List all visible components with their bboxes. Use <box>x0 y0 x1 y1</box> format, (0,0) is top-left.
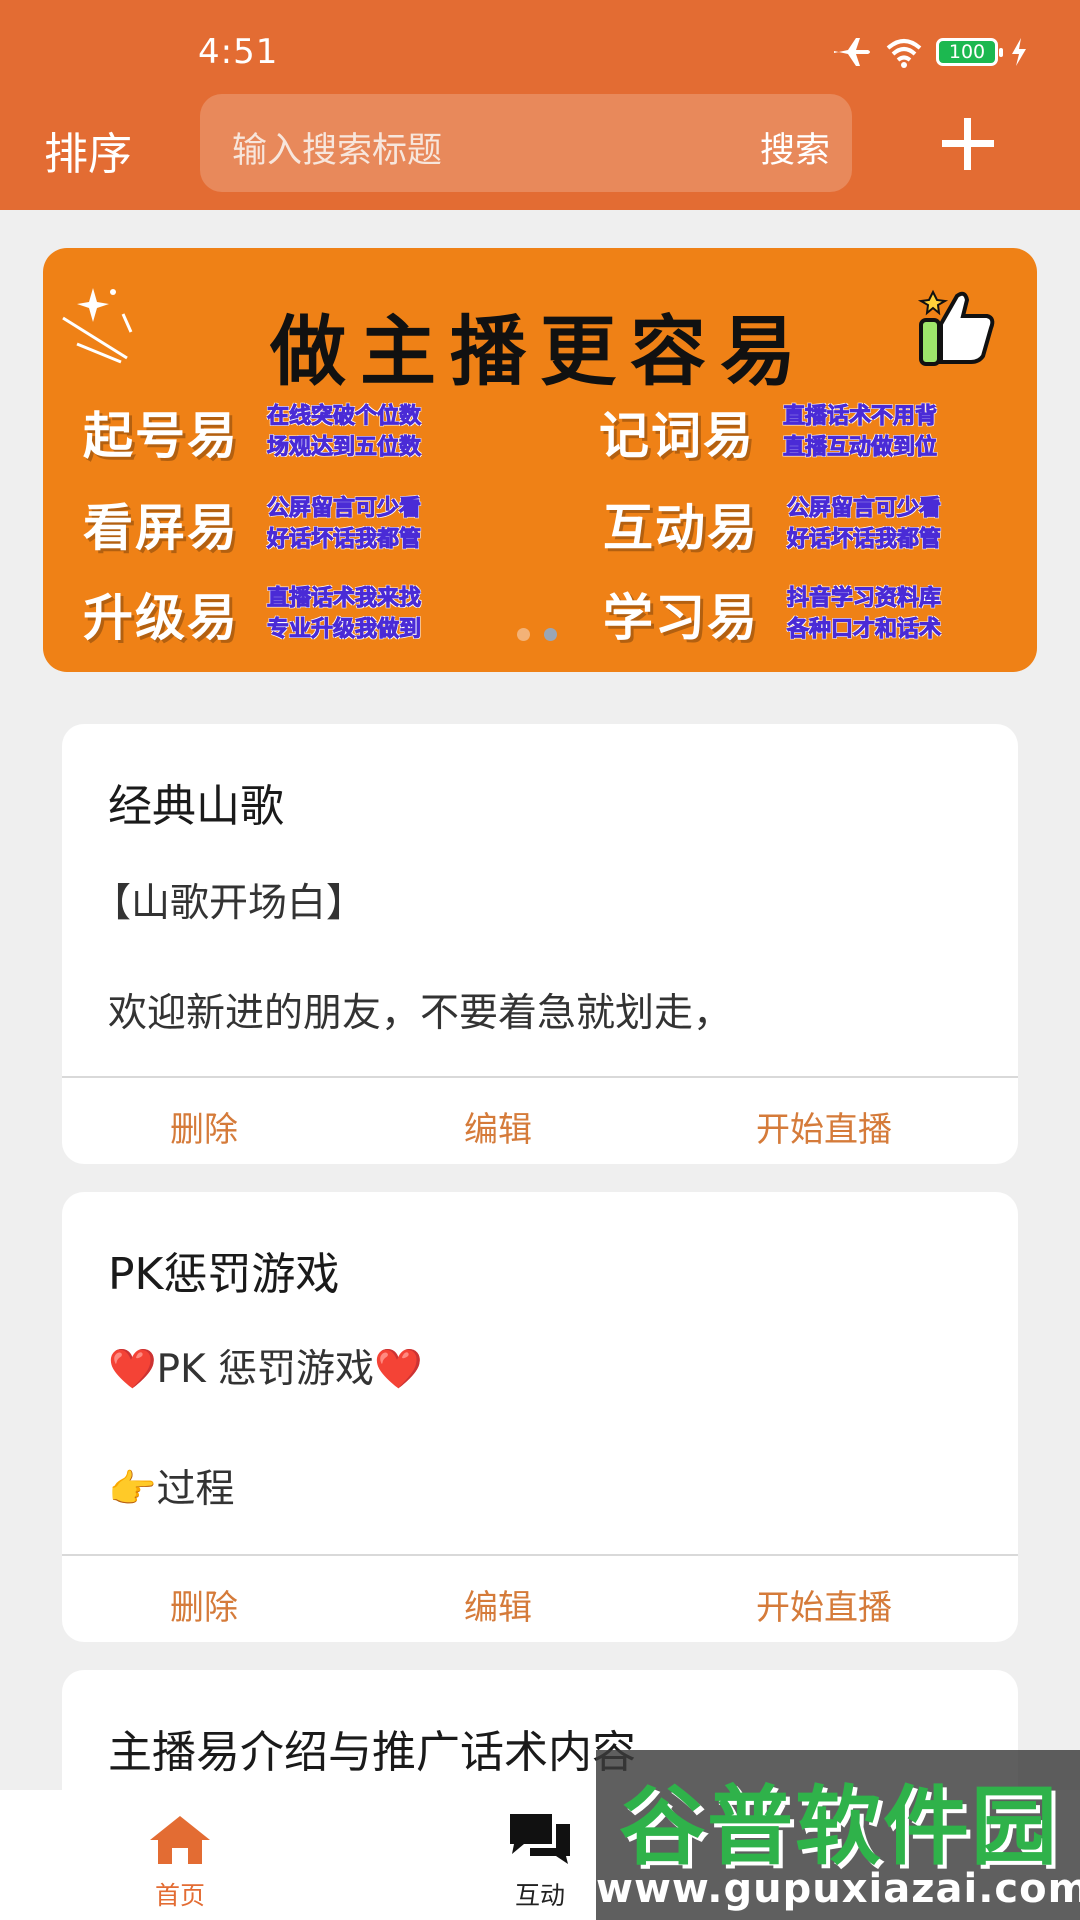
watermark-url: www.gupuxiazai.com <box>596 1866 1080 1912</box>
banner-title: 做主播更容易 <box>270 307 810 396</box>
banner-cell-title: 学习易 <box>603 589 759 647</box>
banner-cell-title: 记词易 <box>599 407 755 465</box>
banner-cell-line: 好话坏话我都管 <box>266 527 422 553</box>
thumbs-up-icon <box>917 289 995 366</box>
script-card[interactable]: 经典山歌 【山歌开场白】 欢迎新进的朋友，不要着急就划走， 删除 编辑 开始直播 <box>62 724 1018 1164</box>
edit-button[interactable]: 编辑 <box>464 1102 532 1151</box>
chat-icon <box>510 1814 570 1864</box>
nav-item-interact[interactable]: 互动 <box>504 1810 576 1912</box>
card-title: 主播易介绍与推广话术内容 <box>108 1727 636 1778</box>
search-placeholder: 输入搜索标题 <box>232 131 443 171</box>
script-card[interactable]: PK惩罚游戏 ❤️PK 惩罚游戏❤️ 👉过程 删除 编辑 开始直播 <box>62 1192 1018 1642</box>
nav-label: 互动 <box>514 1881 565 1910</box>
search-input[interactable]: 输入搜索标题 搜索 <box>200 94 852 192</box>
banner-cell-xuexi: 学习易 抖音学习资料库 各种口才和话术 <box>603 578 942 650</box>
banner-cell-line: 公屏留言可少看 <box>266 496 422 522</box>
pager-dot-active[interactable] <box>544 628 557 641</box>
banner-cell-line: 直播话术我来找 <box>266 586 422 612</box>
status-time: 4:51 <box>198 32 279 72</box>
banner-cell-line: 好话坏话我都管 <box>786 527 942 553</box>
card-preview-line: 【山歌开场白】 <box>92 881 366 926</box>
banner-cell-line: 各种口才和话术 <box>786 617 942 643</box>
card-preview-line: 👉过程 <box>108 1467 235 1512</box>
watermark-text: 谷普软件园 <box>619 1777 1059 1877</box>
search-button[interactable]: 搜索 <box>760 122 830 173</box>
status-icons: 100 <box>832 34 1028 70</box>
edit-button[interactable]: 编辑 <box>464 1580 532 1629</box>
card-title: PK惩罚游戏 <box>108 1249 340 1300</box>
card-preview-line: ❤️PK 惩罚游戏❤️ <box>108 1347 423 1392</box>
banner-cell-title: 互动易 <box>603 499 759 557</box>
banner-cell-jici: 记词易 直播话术不用背 直播互动做到位 <box>599 396 938 468</box>
nav-label: 首页 <box>154 1881 205 1910</box>
banner-cell-title: 看屏易 <box>83 499 239 557</box>
banner-cell-line: 场观达到五位数 <box>266 435 422 461</box>
banner-cell-line: 直播话术不用背 <box>782 404 938 430</box>
banner-pager <box>517 628 557 641</box>
banner-cell-qihao: 起号易 在线突破个位数 场观达到五位数 <box>83 396 422 468</box>
card-actions: 删除 编辑 开始直播 <box>62 1556 1018 1642</box>
banner-cell-line: 专业升级我做到 <box>266 617 422 643</box>
banner-cell-line: 在线突破个位数 <box>266 404 422 430</box>
banner-cell-title: 起号易 <box>83 407 239 465</box>
start-live-button[interactable]: 开始直播 <box>756 1580 892 1629</box>
banner-cell-line: 公屏留言可少看 <box>786 496 942 522</box>
promo-banner[interactable]: 做主播更容易 起号易 在线突破个位数 场观达到五位数 记词易 直播话术不用背 直播互… <box>43 248 1037 672</box>
banner-cell-hudong: 互动易 公屏留言可少看 好话坏话我都管 <box>603 488 942 560</box>
airplane-icon <box>834 38 870 66</box>
card-actions: 删除 编辑 开始直播 <box>62 1078 1018 1164</box>
banner-cell-title: 升级易 <box>83 589 239 647</box>
watermark-overlay: 谷普软件园 www.gupuxiazai.com <box>596 1750 1080 1920</box>
delete-button[interactable]: 删除 <box>170 1580 238 1629</box>
pager-dot[interactable] <box>517 628 530 641</box>
start-live-button[interactable]: 开始直播 <box>756 1102 892 1151</box>
battery-indicator: 100 <box>936 38 1003 66</box>
banner-cell-kanping: 看屏易 公屏留言可少看 好话坏话我都管 <box>83 488 422 560</box>
charging-icon <box>1012 38 1026 66</box>
sort-button[interactable]: 排序 <box>44 118 132 182</box>
nav-item-home[interactable]: 首页 <box>144 1814 216 1912</box>
card-preview-line: 欢迎新进的朋友，不要着急就划走， <box>108 991 733 1036</box>
banner-cell-line: 抖音学习资料库 <box>786 586 942 612</box>
wifi-icon <box>886 39 922 68</box>
top-app-bar: 4:51 100 排序 输入搜索标题 搜索 <box>0 0 1080 210</box>
card-title: 经典山歌 <box>108 781 284 832</box>
add-icon[interactable] <box>940 116 996 172</box>
delete-button[interactable]: 删除 <box>170 1102 238 1151</box>
banner-cell-shengji: 升级易 直播话术我来找 专业升级我做到 <box>83 578 422 650</box>
home-icon <box>150 1816 210 1864</box>
banner-cell-line: 直播互动做到位 <box>782 435 938 461</box>
